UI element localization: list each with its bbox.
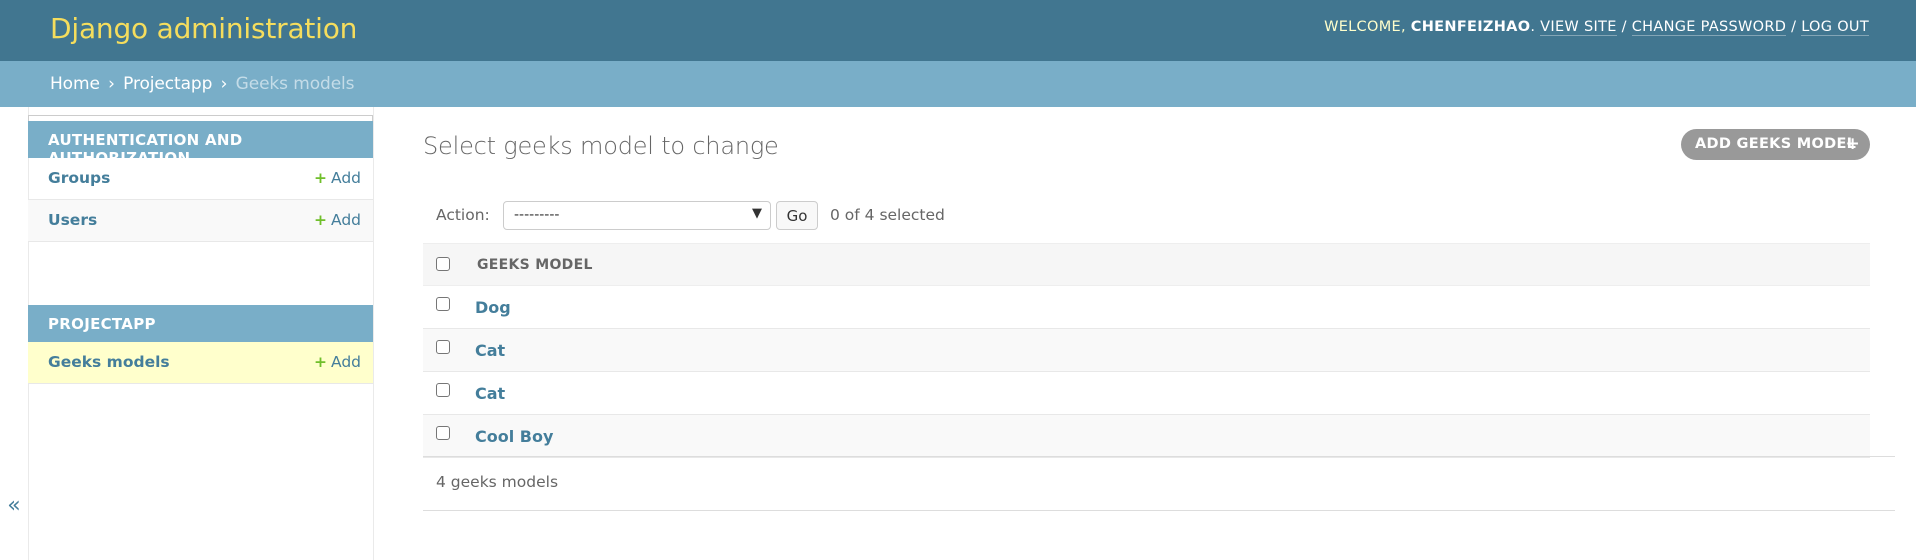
breadcrumb-home[interactable]: Home [50, 74, 100, 94]
paginator: 4 geeks models [423, 456, 1895, 511]
action-selected-value: --------- [514, 207, 560, 223]
module-caption-projectapp[interactable]: PROJECTAPP [28, 305, 373, 342]
breadcrumb-projectapp[interactable]: Projectapp [123, 74, 212, 94]
nav-sidebar: AUTHENTICATION AND AUTHORIZATION Groups … [28, 107, 374, 560]
sidebar-item-geeks-models: Geeks models + Add [28, 342, 373, 384]
row-link[interactable]: Cat [475, 341, 505, 360]
geeks-models-link[interactable]: Geeks models [48, 353, 170, 371]
row-link[interactable]: Dog [475, 298, 511, 317]
breadcrumb-separator: › [108, 74, 115, 94]
users-add-link[interactable]: + Add [314, 211, 361, 229]
user-tools: WELCOME, CHENFEIZHAO. VIEW SITE / CHANGE… [1324, 19, 1869, 36]
log-out-link[interactable]: LOG OUT [1801, 19, 1869, 36]
change-password-link[interactable]: CHANGE PASSWORD [1631, 19, 1787, 36]
plus-icon: + [1845, 134, 1860, 154]
select-all-checkbox[interactable] [436, 257, 450, 271]
collapse-sidebar-icon[interactable]: « [0, 493, 28, 518]
sidebar-item-groups: Groups + Add [28, 158, 373, 200]
module-caption-auth[interactable]: AUTHENTICATION AND AUTHORIZATION [28, 121, 373, 167]
sidebar-item-users: Users + Add [28, 200, 373, 242]
welcome-text: WELCOME, [1324, 19, 1406, 35]
chevron-down-icon: ▼ [752, 206, 762, 221]
page-title: Select geeks model to change [423, 132, 779, 160]
add-geeks-model-button[interactable]: ADD GEEKS MODEL + [1681, 129, 1870, 160]
row-checkbox[interactable] [436, 297, 450, 311]
add-button-label: ADD GEEKS MODEL [1695, 136, 1857, 152]
geeks-models-add-link[interactable]: + Add [314, 353, 361, 371]
row-checkbox[interactable] [436, 340, 450, 354]
table-row: Cat [423, 372, 1870, 415]
column-header-geeks-model[interactable]: GEEKS MODEL [477, 257, 593, 273]
table-row: Cool Boy [423, 415, 1870, 458]
row-checkbox[interactable] [436, 426, 450, 440]
breadcrumb-current: Geeks models [235, 74, 355, 94]
row-link[interactable]: Cat [475, 384, 505, 403]
breadcrumb-separator: › [220, 74, 228, 94]
add-icon: + [313, 353, 327, 371]
selected-count: 0 of 4 selected [830, 206, 945, 224]
table-row: Dog [423, 286, 1870, 329]
separator-slash: / [1791, 19, 1797, 35]
view-site-link[interactable]: VIEW SITE [1540, 19, 1617, 36]
add-icon: + [313, 169, 327, 187]
separator-dot: . [1530, 19, 1536, 35]
add-label: Add [330, 169, 361, 187]
row-checkbox[interactable] [436, 383, 450, 397]
row-link[interactable]: Cool Boy [475, 427, 553, 446]
go-button[interactable]: Go [776, 201, 818, 230]
add-label: Add [330, 353, 361, 371]
table-row: Cat [423, 329, 1870, 372]
users-link[interactable]: Users [48, 211, 97, 229]
site-branding[interactable]: Django administration [50, 12, 357, 45]
action-label: Action: [436, 206, 490, 224]
groups-add-link[interactable]: + Add [314, 169, 361, 187]
header: Django administration WELCOME, CHENFEIZH… [0, 0, 1916, 61]
add-icon: + [313, 211, 327, 229]
separator-slash: / [1621, 19, 1627, 35]
action-select[interactable]: --------- ▼ [503, 201, 771, 230]
results-header: GEEKS MODEL [423, 243, 1870, 286]
breadcrumb: Home › Projectapp › Geeks models [0, 61, 1916, 107]
username: CHENFEIZHAO [1410, 19, 1531, 35]
add-label: Add [330, 211, 361, 229]
groups-link[interactable]: Groups [48, 169, 110, 187]
